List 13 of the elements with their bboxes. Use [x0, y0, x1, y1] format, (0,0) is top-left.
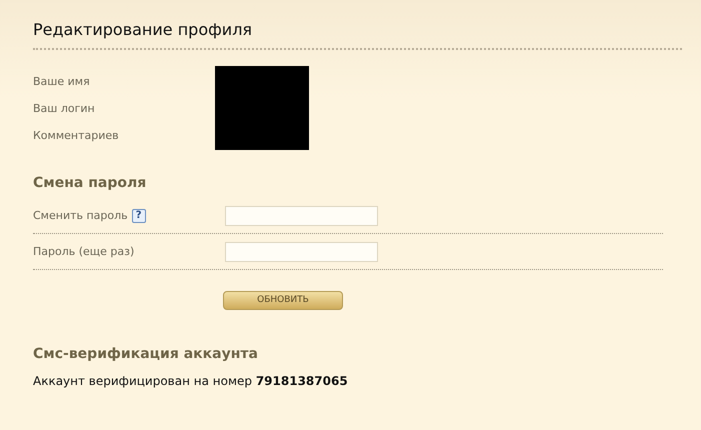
update-button[interactable]: ОБНОВИТЬ: [223, 291, 343, 310]
field-label: Пароль (еще раз): [33, 244, 134, 260]
field-label: Ваше имя: [33, 74, 90, 90]
password-field[interactable]: [225, 242, 378, 262]
field-label: Комментариев: [33, 128, 119, 144]
section-heading: Смс-верификация аккаунта: [33, 345, 258, 363]
field-label: Ваш логин: [33, 101, 95, 117]
help-icon[interactable]: ?: [132, 208, 146, 222]
field-label: Сменить пароль: [33, 208, 128, 224]
verification-text: Аккаунт верифицирован на номер 79181387065: [33, 373, 348, 389]
section-heading: Смена пароля: [33, 174, 146, 192]
page-title: Редактирование профиля: [33, 19, 252, 41]
password-field[interactable]: [225, 206, 378, 226]
